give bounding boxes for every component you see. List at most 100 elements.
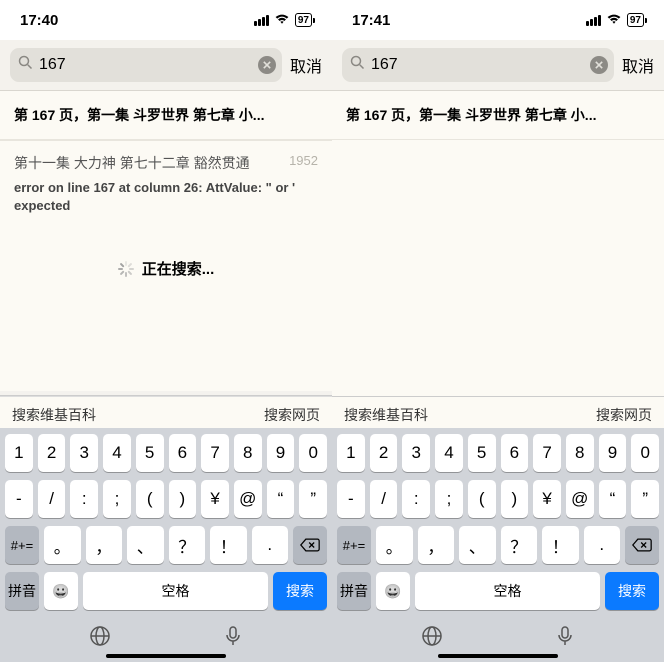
search-field[interactable]: 167 (10, 48, 282, 82)
key[interactable]: ¥ (533, 480, 561, 518)
search-result[interactable]: 第 167 页，第一集 斗罗世界 第七章 小... (0, 91, 332, 140)
key[interactable]: 、 (459, 526, 496, 564)
status-bar: 17:41 97 (332, 0, 664, 40)
key-0[interactable]: 0 (631, 434, 659, 472)
search-key[interactable]: 搜索 (273, 572, 327, 610)
key-8[interactable]: 8 (234, 434, 262, 472)
key[interactable]: ！ (210, 526, 247, 564)
key-7[interactable]: 7 (201, 434, 229, 472)
clock: 17:41 (352, 12, 390, 29)
key[interactable]: ( (136, 480, 164, 518)
key[interactable]: . (252, 526, 289, 564)
shift-key[interactable]: #+= (5, 526, 39, 564)
search-wikipedia-button[interactable]: 搜索维基百科 (12, 405, 96, 425)
key[interactable]: ) (169, 480, 197, 518)
key-5[interactable]: 5 (468, 434, 496, 472)
key[interactable]: / (38, 480, 66, 518)
key[interactable]: ; (103, 480, 131, 518)
key-7[interactable]: 7 (533, 434, 561, 472)
key[interactable]: - (337, 480, 365, 518)
key[interactable]: - (5, 480, 33, 518)
key-2[interactable]: 2 (370, 434, 398, 472)
clear-icon[interactable] (258, 56, 276, 74)
status-bar: 17:40 97 (0, 0, 332, 40)
key[interactable]: ¥ (201, 480, 229, 518)
emoji-key[interactable]: 😀 (44, 572, 78, 610)
key[interactable]: 。 (44, 526, 81, 564)
cellular-icon (586, 15, 601, 26)
key-6[interactable]: 6 (169, 434, 197, 472)
key-9[interactable]: 9 (599, 434, 627, 472)
key[interactable]: 、 (127, 526, 164, 564)
loading-text: 正在搜索... (142, 258, 215, 279)
pinyin-key[interactable]: 拼音 (5, 572, 39, 610)
search-query: 167 (371, 56, 584, 74)
key[interactable]: “ (599, 480, 627, 518)
key-2[interactable]: 2 (38, 434, 66, 472)
key[interactable]: ” (299, 480, 327, 518)
battery-icon: 97 (295, 13, 312, 27)
search-web-button[interactable]: 搜索网页 (596, 405, 652, 425)
backspace-key[interactable] (293, 526, 327, 564)
search-result[interactable]: 第十一集 大力神 第七十二章 豁然贯通 1952 (0, 140, 332, 175)
mic-icon[interactable] (221, 624, 245, 653)
key-0[interactable]: 0 (299, 434, 327, 472)
key[interactable]: ) (501, 480, 529, 518)
emoji-key[interactable]: 😀 (376, 572, 410, 610)
search-key[interactable]: 搜索 (605, 572, 659, 610)
space-key[interactable]: 空格 (83, 572, 268, 610)
key[interactable]: ( (468, 480, 496, 518)
key[interactable]: ， (418, 526, 455, 564)
key[interactable]: ; (435, 480, 463, 518)
screen-right: 17:41 97 167 取消 第 167 页，第一集 斗罗世界 第七章 小..… (332, 0, 664, 662)
key-9[interactable]: 9 (267, 434, 295, 472)
key[interactable]: : (70, 480, 98, 518)
key-8[interactable]: 8 (566, 434, 594, 472)
search-query: 167 (39, 56, 252, 74)
results-area: 第 167 页，第一集 斗罗世界 第七章 小... 第十一集 大力神 第七十二章… (0, 91, 332, 391)
wifi-icon (606, 12, 622, 29)
key-3[interactable]: 3 (70, 434, 98, 472)
globe-icon[interactable] (420, 624, 444, 653)
key[interactable]: : (402, 480, 430, 518)
cancel-button[interactable]: 取消 (290, 53, 322, 77)
key[interactable]: @ (566, 480, 594, 518)
key-6[interactable]: 6 (501, 434, 529, 472)
search-bar: 167 取消 (332, 40, 664, 91)
search-wikipedia-button[interactable]: 搜索维基百科 (344, 405, 428, 425)
cancel-button[interactable]: 取消 (622, 53, 654, 77)
globe-icon[interactable] (88, 624, 112, 653)
clear-icon[interactable] (590, 56, 608, 74)
key[interactable]: “ (267, 480, 295, 518)
key-5[interactable]: 5 (136, 434, 164, 472)
key[interactable]: . (584, 526, 621, 564)
key[interactable]: ？ (501, 526, 538, 564)
search-field[interactable]: 167 (342, 48, 614, 82)
key[interactable]: 。 (376, 526, 413, 564)
key[interactable]: ？ (169, 526, 206, 564)
key-1[interactable]: 1 (337, 434, 365, 472)
key[interactable]: / (370, 480, 398, 518)
keyboard-bottom-bar (3, 618, 329, 658)
shift-key[interactable]: #+= (337, 526, 371, 564)
search-toolbar: 搜索维基百科 搜索网页 (0, 396, 332, 432)
spinner-icon (118, 261, 134, 277)
key[interactable]: ” (631, 480, 659, 518)
backspace-key[interactable] (625, 526, 659, 564)
key-4[interactable]: 4 (435, 434, 463, 472)
screen-left: 17:40 97 167 取消 第 167 页，第一集 斗罗世界 第七章 小..… (0, 0, 332, 662)
key[interactable]: ， (86, 526, 123, 564)
mic-icon[interactable] (553, 624, 577, 653)
wifi-icon (274, 12, 290, 29)
space-key[interactable]: 空格 (415, 572, 600, 610)
status-icons: 97 (586, 12, 644, 29)
search-web-button[interactable]: 搜索网页 (264, 405, 320, 425)
pinyin-key[interactable]: 拼音 (337, 572, 371, 610)
key-4[interactable]: 4 (103, 434, 131, 472)
key-3[interactable]: 3 (402, 434, 430, 472)
search-result[interactable]: 第 167 页，第一集 斗罗世界 第七章 小... (332, 91, 664, 140)
key-1[interactable]: 1 (5, 434, 33, 472)
key[interactable]: ！ (542, 526, 579, 564)
key[interactable]: @ (234, 480, 262, 518)
clock: 17:40 (20, 12, 58, 29)
